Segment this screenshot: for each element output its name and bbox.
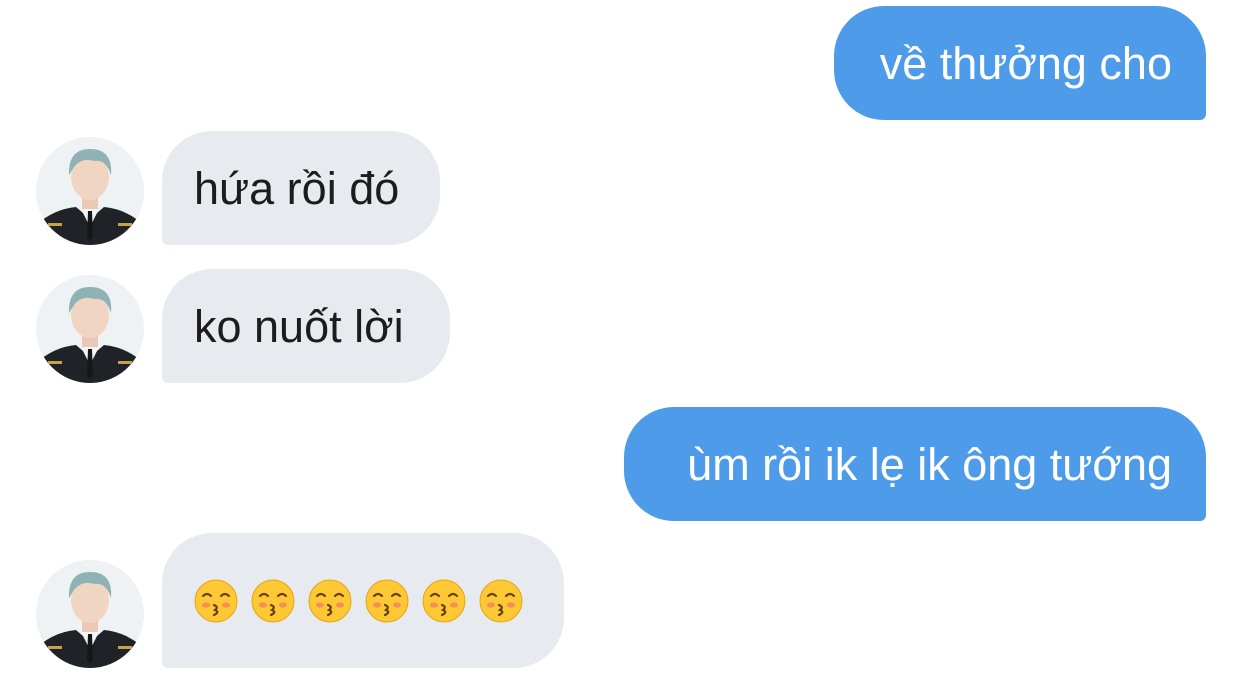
incoming-message-bubble[interactable]: hứa rồi đó [162,131,440,245]
kissing-face-closed-eyes-icon [251,579,295,622]
kissing-face-closed-eyes-icon [479,579,523,622]
person-avatar-icon [36,560,144,668]
outgoing-message-bubble[interactable]: về thưởng cho [834,6,1206,120]
message-text: ùm rồi ik lẹ ik ông tướng [687,438,1172,490]
person-avatar-icon [36,137,144,245]
kissing-face-closed-eyes-icon [365,579,409,622]
outgoing-message-bubble[interactable]: ùm rồi ik lẹ ik ông tướng [624,407,1206,521]
kissing-face-closed-eyes-icon [422,579,466,622]
person-avatar-icon [36,275,144,383]
contact-avatar[interactable] [36,560,144,668]
contact-avatar[interactable] [36,137,144,245]
message-text: về thưởng cho [879,37,1172,89]
message-text: hứa rồi đó [194,162,400,214]
contact-avatar[interactable] [36,275,144,383]
incoming-emoji-message-bubble[interactable] [162,533,564,668]
kissing-face-closed-eyes-icon [308,579,352,622]
kissing-face-closed-eyes-icon [194,579,238,622]
message-text: ko nuốt lời [194,300,404,352]
incoming-message-bubble[interactable]: ko nuốt lời [162,269,450,383]
emoji-row [194,579,523,623]
